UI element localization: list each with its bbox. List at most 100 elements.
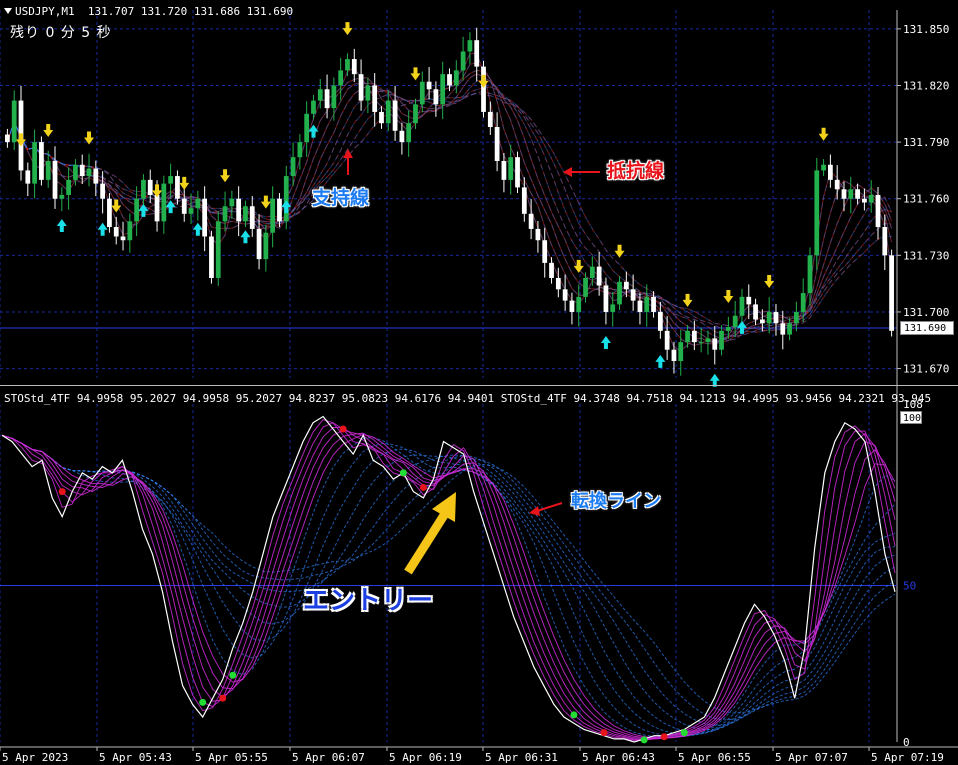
bull-candle xyxy=(229,198,235,207)
support-ma-line xyxy=(6,92,892,331)
symbol-header: USDJPY,M1 131.707 131.720 131.686 131.69… xyxy=(4,5,293,18)
time-tick-label: 5 Apr 06:43 xyxy=(582,751,655,764)
bull-candle xyxy=(317,89,323,101)
bull-candle xyxy=(617,281,622,305)
bull-candle xyxy=(678,342,684,362)
sell-arrow-icon xyxy=(260,195,271,209)
bear-candle xyxy=(637,300,643,312)
switch-line-label: 転換ライン xyxy=(571,491,661,512)
time-tick-label: 5 Apr 2023 xyxy=(2,751,68,764)
bull-candle xyxy=(868,194,874,203)
bear-candle xyxy=(399,130,405,143)
bear-candle xyxy=(113,227,119,237)
bull-candle xyxy=(86,168,92,177)
stoch-signal-dot xyxy=(199,698,207,706)
indicator-header: STOStd_4TF 94.9958 95.2027 94.9958 95.20… xyxy=(4,392,932,405)
bull-candle xyxy=(365,85,371,101)
bull-candle xyxy=(385,100,391,124)
stoch-signal-dot xyxy=(680,729,688,737)
price-tick-label: 131.850 xyxy=(903,23,949,36)
stoch-signal-dot xyxy=(58,488,66,496)
price-tick-label: 131.820 xyxy=(903,79,949,92)
buy-arrow-icon xyxy=(192,222,203,236)
bear-candle xyxy=(596,266,602,286)
bear-candle xyxy=(209,236,214,278)
bull-candle xyxy=(290,157,296,177)
support-ma-line xyxy=(6,69,893,345)
bull-candle xyxy=(413,104,418,124)
sell-arrow-icon xyxy=(220,169,231,183)
stoch-fast-line xyxy=(1,422,896,741)
bull-candle xyxy=(32,142,37,184)
bear-candle xyxy=(481,66,486,112)
sell-arrow-icon xyxy=(342,22,353,36)
bull-candle xyxy=(460,51,466,71)
bear-candle xyxy=(862,198,867,203)
time-tick-label: 5 Apr 05:43 xyxy=(99,751,172,764)
sell-arrow-icon xyxy=(614,244,625,258)
bear-candle xyxy=(841,189,847,199)
bear-candle xyxy=(535,228,541,241)
bull-candle xyxy=(508,157,514,180)
chart-stage[interactable]: 131.850 131.820 131.790 131.760 131.730 131.7… xyxy=(0,0,958,765)
switch-arrow-icon xyxy=(536,502,563,512)
sell-arrow-icon xyxy=(573,259,584,273)
sell-arrow-icon xyxy=(179,176,190,190)
time-tick-label: 5 Apr 06:55 xyxy=(678,751,751,764)
sell-arrow-icon xyxy=(682,293,693,307)
stoch-tick-label: 50 xyxy=(903,580,916,593)
bull-candle xyxy=(821,164,826,171)
annotation-arrows xyxy=(343,149,600,575)
sell-arrow-icon xyxy=(723,290,734,304)
bull-candle xyxy=(188,208,194,214)
bull-candle xyxy=(66,179,71,195)
bear-candle xyxy=(256,228,262,260)
bear-candle xyxy=(834,179,840,190)
bull-candle xyxy=(331,85,337,109)
bear-candle xyxy=(175,176,180,199)
bull-candle xyxy=(11,100,17,143)
bear-candle xyxy=(181,198,187,214)
stoch-fast-line xyxy=(1,419,896,741)
bull-candle xyxy=(141,179,146,199)
stoch-grid xyxy=(0,404,897,742)
buy-arrow-icon xyxy=(308,124,319,138)
bull-candle xyxy=(685,330,690,343)
bull-candle xyxy=(45,160,51,180)
entry-label: エントリー xyxy=(303,586,434,616)
bull-candle xyxy=(215,221,221,278)
bear-candle xyxy=(549,262,554,278)
resistance-ma-line xyxy=(6,86,892,337)
bull-candle xyxy=(705,338,711,343)
bull-candle xyxy=(127,221,133,241)
pane-separator[interactable] xyxy=(0,385,958,386)
resistance-ma-line xyxy=(6,73,893,344)
bear-candle xyxy=(392,100,398,131)
bull-candle xyxy=(453,70,459,86)
resistance-arrowhead-icon xyxy=(563,167,572,177)
bull-candle xyxy=(848,189,854,199)
collapse-triangle-icon[interactable] xyxy=(4,8,12,14)
bear-candle xyxy=(875,194,881,228)
bull-candle xyxy=(800,293,806,312)
stoch-signal-dot xyxy=(570,711,578,719)
stoch-signal-dot xyxy=(229,671,237,679)
bear-candle xyxy=(773,311,779,324)
bear-candle xyxy=(202,198,208,237)
bear-candle xyxy=(447,74,452,86)
bear-candle xyxy=(236,198,242,222)
bull-candle xyxy=(263,232,269,260)
bull-candle xyxy=(732,315,738,328)
support-ma-line xyxy=(6,86,892,337)
bear-candle xyxy=(351,59,357,75)
bull-candle xyxy=(644,296,650,312)
bull-candle xyxy=(338,70,344,86)
buy-arrow-icon xyxy=(240,230,251,244)
support-ma-line xyxy=(6,73,893,344)
stochastic-lines xyxy=(1,415,896,743)
bear-candle xyxy=(358,74,364,101)
bear-candle xyxy=(759,319,765,324)
resistance-ma-line xyxy=(6,69,893,345)
time-tick-label: 5 Apr 06:19 xyxy=(389,751,462,764)
resistance-ma-line xyxy=(6,92,892,331)
